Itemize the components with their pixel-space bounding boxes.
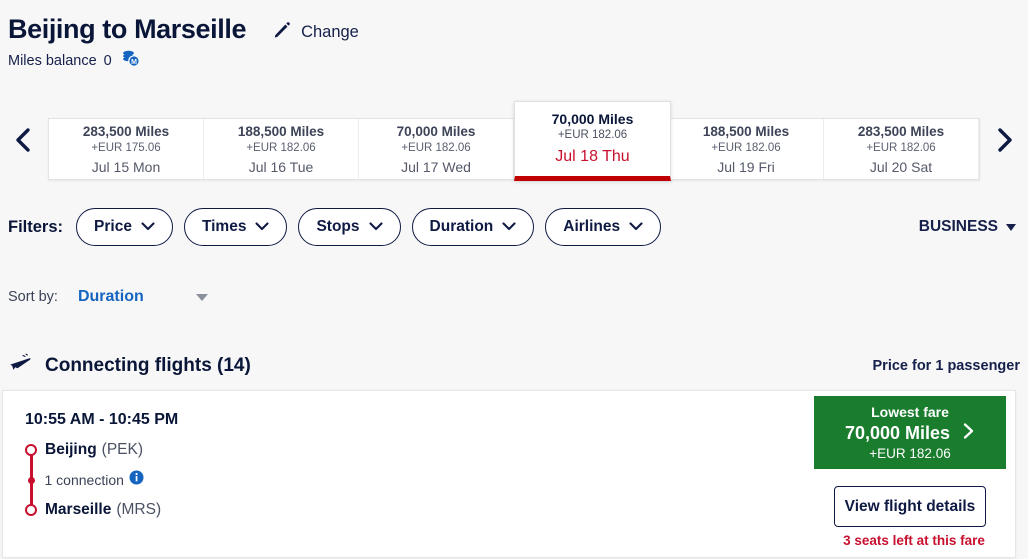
- cabin-class-value: BUSINESS: [918, 218, 998, 235]
- chevron-down-icon: [368, 218, 383, 236]
- sort-dropdown-icon[interactable]: [195, 293, 208, 301]
- results-count-title: Connecting flights (14): [45, 354, 251, 376]
- date-strip: 283,500 Miles +EUR 175.06 Jul 15 Mon 188…: [48, 101, 980, 181]
- origin-city: Beijing: [45, 441, 97, 458]
- date-cash: +EUR 182.06: [557, 129, 628, 141]
- date-cash: +EUR 182.06: [401, 141, 471, 154]
- select-fare-button[interactable]: Lowest fare 70,000 Miles +EUR 182.06: [814, 396, 1006, 469]
- origin-code: (PEK): [101, 441, 144, 458]
- title-row: Beijing to Marseille Change: [8, 14, 1028, 45]
- route-origin: Beijing (PEK): [25, 435, 285, 465]
- date-cash: +EUR 182.06: [711, 141, 781, 154]
- destination-code: (MRS): [116, 501, 162, 518]
- filter-price-button[interactable]: Price: [76, 208, 173, 246]
- date-miles: 70,000 Miles: [551, 111, 634, 127]
- svg-text:M: M: [131, 59, 137, 66]
- connection-count: 1 connection: [44, 472, 124, 488]
- date-cash: +EUR 182.06: [246, 141, 316, 154]
- miles-coin-icon: M: [120, 50, 142, 72]
- page-header: Beijing to Marseille Change Miles balanc…: [0, 0, 1028, 72]
- filters-bar: Filters: Price Times Stops Duration Airl…: [8, 208, 1020, 246]
- chevron-down-icon: [141, 218, 155, 236]
- date-label: Jul 18 Thu: [555, 148, 630, 165]
- flight-times: 10:55 AM - 10:45 PM: [25, 411, 179, 428]
- flight-search-page: Beijing to Marseille Change Miles balanc…: [0, 0, 1028, 559]
- date-label: Jul 17 Wed: [401, 158, 471, 175]
- destination-city: Marseille: [45, 501, 112, 518]
- origin-node-icon: [25, 444, 37, 456]
- date-label: Jul 16 Tue: [248, 158, 314, 175]
- chevron-down-icon: [629, 218, 643, 236]
- filters-label: Filters:: [8, 217, 64, 236]
- results-section-header: Connecting flights (14) Price for 1 pass…: [8, 352, 1020, 379]
- route-destination: Marseille (MRS): [25, 495, 285, 525]
- date-label: Jul 20 Sat: [869, 158, 933, 175]
- fare-miles: 70,000 Miles: [844, 423, 951, 443]
- filter-label: Airlines: [563, 218, 621, 235]
- filter-label: Price: [94, 218, 132, 235]
- price-passenger-note: Price for 1 passenger: [872, 357, 1021, 374]
- chevron-right-icon: [962, 422, 975, 445]
- date-label: Jul 19 Fri: [717, 158, 775, 175]
- filter-times-button[interactable]: Times: [183, 208, 288, 246]
- date-miles: 283,500 Miles: [857, 123, 945, 139]
- date-cash: +EUR 182.06: [866, 141, 936, 154]
- fare-label: Lowest fare: [871, 404, 949, 420]
- date-label: Jul 15 Mon: [91, 158, 161, 175]
- view-flight-details-button[interactable]: View flight details: [834, 486, 986, 527]
- date-option-0[interactable]: 283,500 Miles +EUR 175.06 Jul 15 Mon: [49, 119, 204, 179]
- date-miles: 283,500 Miles: [82, 123, 170, 139]
- sort-label: Sort by:: [8, 289, 58, 305]
- change-route-button[interactable]: Change: [272, 20, 359, 45]
- date-option-1[interactable]: 188,500 Miles +EUR 182.06 Jul 16 Tue: [204, 119, 359, 179]
- sort-bar: Sort by: Duration: [8, 288, 208, 306]
- info-icon[interactable]: [129, 470, 144, 490]
- route-connection: 1 connection: [25, 465, 285, 495]
- filter-airlines-button[interactable]: Airlines: [545, 208, 662, 246]
- connection-node-icon: [27, 476, 35, 484]
- flight-route: Beijing (PEK) 1 connection Marseille (MR…: [25, 435, 285, 525]
- seats-left-warning: 3 seats left at this fare: [843, 533, 985, 548]
- miles-balance-value: 0: [103, 53, 112, 69]
- pencil-icon: [272, 20, 292, 45]
- filter-label: Duration: [429, 218, 494, 235]
- plane-icon: [8, 352, 32, 379]
- flight-result-card[interactable]: 10:55 AM - 10:45 PM Beijing (PEK) 1 conn…: [2, 390, 1016, 558]
- cabin-class-selector[interactable]: BUSINESS: [919, 218, 1020, 236]
- filter-duration-button[interactable]: Duration: [411, 208, 535, 246]
- filter-label: Stops: [316, 218, 360, 235]
- fare-cash: +EUR 182.06: [869, 446, 951, 461]
- change-label: Change: [301, 23, 359, 41]
- filter-stops-button[interactable]: Stops: [298, 208, 401, 246]
- carousel-prev-button[interactable]: [0, 100, 48, 180]
- date-option-5[interactable]: 283,500 Miles +EUR 182.06 Jul 20 Sat: [824, 119, 979, 179]
- triangle-down-icon: [1006, 223, 1016, 231]
- chevron-down-icon: [502, 218, 516, 236]
- date-miles: 188,500 Miles: [237, 123, 325, 139]
- date-carousel: 283,500 Miles +EUR 175.06 Jul 15 Mon 188…: [0, 100, 1028, 188]
- date-option-selected[interactable]: 70,000 Miles +EUR 182.06 Jul 18 Thu: [514, 101, 671, 181]
- sort-value[interactable]: Duration: [78, 288, 144, 306]
- date-option-2[interactable]: 70,000 Miles +EUR 182.06 Jul 17 Wed: [359, 119, 514, 179]
- chevron-down-icon: [255, 218, 270, 236]
- miles-balance-label: Miles balance: [8, 53, 97, 69]
- date-option-4[interactable]: 188,500 Miles +EUR 182.06 Jul 19 Fri: [669, 119, 824, 179]
- date-miles: 70,000 Miles: [396, 123, 476, 139]
- filter-label: Times: [201, 218, 247, 235]
- page-title: Beijing to Marseille: [8, 13, 247, 44]
- date-miles: 188,500 Miles: [702, 123, 790, 139]
- miles-balance: Miles balance 0 M: [8, 50, 1028, 72]
- date-cash: +EUR 175.06: [91, 141, 161, 154]
- carousel-next-button[interactable]: [980, 100, 1028, 180]
- destination-node-icon: [25, 504, 37, 516]
